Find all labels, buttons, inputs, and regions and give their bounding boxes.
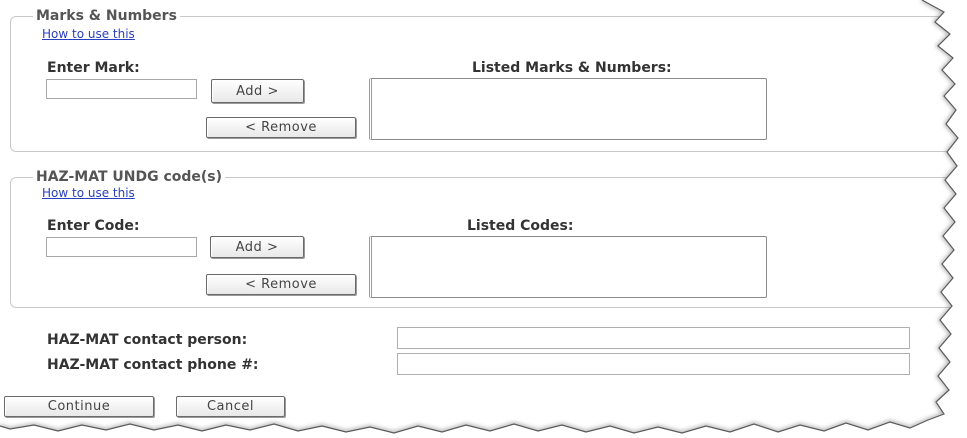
contact-person-label: HAZ-MAT contact person: — [47, 332, 248, 348]
marks-help-link[interactable]: How to use this — [42, 27, 135, 41]
cancel-button[interactable]: Cancel — [176, 396, 285, 417]
continue-button[interactable]: Continue — [4, 396, 154, 417]
continue-button-label: Continue — [47, 399, 111, 414]
enter-code-label: Enter Code: — [47, 218, 140, 234]
listed-codes-label: Listed Codes: — [467, 218, 574, 234]
listed-marks-listbox[interactable] — [369, 78, 767, 140]
add-mark-button[interactable]: Add > — [211, 79, 304, 103]
contact-person-input[interactable] — [397, 327, 910, 349]
remove-code-button[interactable]: < Remove — [206, 274, 356, 295]
remove-code-button-label: < Remove — [245, 277, 317, 292]
cancel-button-label: Cancel — [206, 399, 255, 414]
marks-numbers-legend: Marks & Numbers — [36, 8, 177, 24]
contact-phone-input[interactable] — [397, 353, 910, 375]
code-input[interactable] — [46, 237, 197, 257]
remove-mark-button-label: < Remove — [245, 120, 317, 135]
add-code-button[interactable]: Add > — [210, 236, 304, 258]
mark-input[interactable] — [46, 79, 197, 99]
remove-mark-button[interactable]: < Remove — [206, 117, 356, 138]
add-code-button-label: Add > — [235, 239, 279, 255]
add-mark-button-label: Add > — [236, 83, 279, 99]
listed-marks-label: Listed Marks & Numbers: — [472, 60, 672, 76]
hazmat-undg-legend: HAZ-MAT UNDG code(s) — [36, 169, 223, 185]
listed-codes-listbox[interactable] — [369, 236, 767, 298]
hazmat-help-link[interactable]: How to use this — [42, 186, 135, 200]
contact-phone-label: HAZ-MAT contact phone #: — [47, 357, 259, 373]
enter-mark-label: Enter Mark: — [47, 60, 140, 76]
